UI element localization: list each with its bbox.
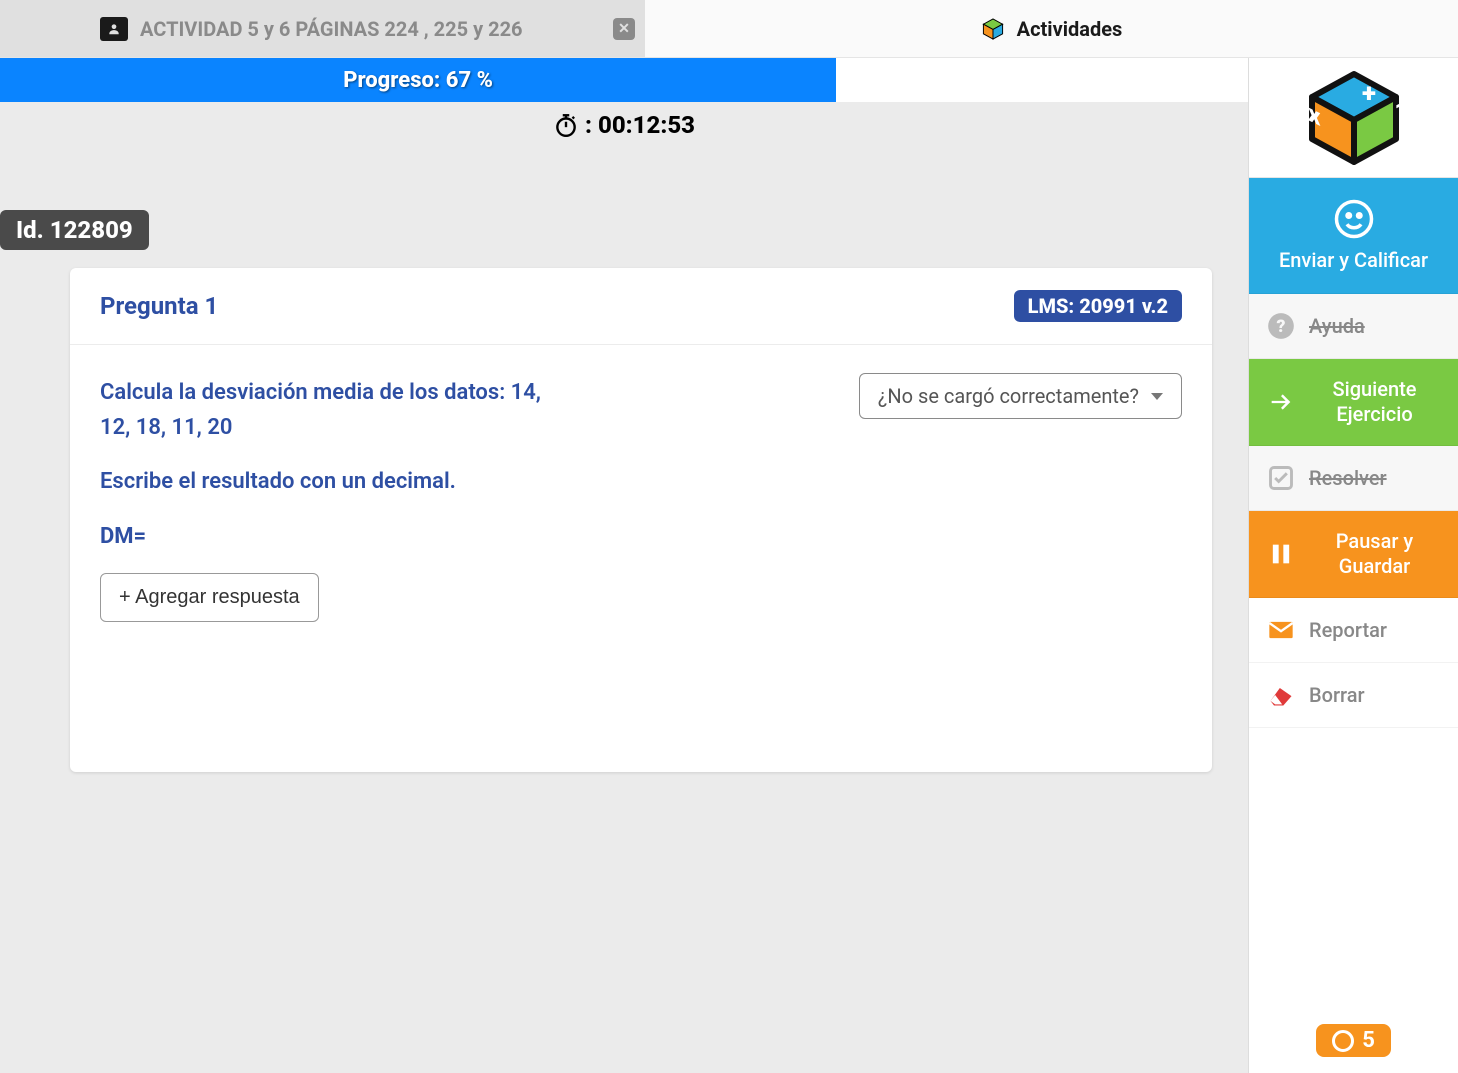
smile-icon: [1333, 198, 1375, 240]
main-content: Progreso: 67 % : 00:12:53 Id. 122809 Pre…: [0, 58, 1248, 1073]
question-prompt: Calcula la desviación media de los datos…: [100, 375, 550, 445]
timer-row: : 00:12:53: [0, 102, 1248, 148]
help-label: Ayuda: [1309, 314, 1440, 339]
pause-save-button[interactable]: Pausar y Guardar: [1249, 511, 1458, 598]
submit-button[interactable]: Enviar y Calificar: [1249, 178, 1458, 294]
help-button: ? Ayuda: [1249, 294, 1458, 359]
stopwatch-icon: [553, 112, 579, 138]
chevron-down-icon: [1151, 393, 1163, 400]
erase-button[interactable]: Borrar: [1249, 663, 1458, 728]
question-title: Pregunta 1: [100, 292, 218, 320]
exercise-id-badge: Id. 122809: [0, 210, 149, 250]
tab-activities[interactable]: Actividades: [645, 0, 1458, 57]
solve-label: Resolver: [1309, 466, 1440, 491]
eraser-icon: [1267, 681, 1295, 709]
add-answer-label: + Agregar respuesta: [119, 586, 300, 608]
check-square-icon: [1267, 464, 1295, 492]
footer-badge-row: 5: [1249, 1008, 1458, 1073]
pause-icon: [1267, 540, 1295, 568]
question-instruction: Escribe el resultado con un decimal.: [100, 469, 1182, 494]
report-label: Reportar: [1309, 618, 1440, 643]
add-answer-button[interactable]: + Agregar respuesta: [100, 573, 319, 622]
timer-colon: :: [585, 111, 592, 139]
next-exercise-button[interactable]: Siguiente Ejercicio: [1249, 359, 1458, 446]
svg-text:?: ?: [1277, 317, 1286, 337]
solve-button: Resolver: [1249, 446, 1458, 511]
ring-icon: [1332, 1030, 1354, 1052]
erase-label: Borrar: [1309, 683, 1440, 708]
progress-label: Progreso: 67 %: [343, 68, 493, 93]
lms-badge: LMS: 20991 v.2: [1014, 290, 1182, 322]
svg-text:+: +: [1362, 79, 1376, 109]
person-badge-icon: [100, 17, 128, 41]
dm-label: DM=: [100, 524, 1182, 549]
pause-label: Pausar y Guardar: [1309, 529, 1440, 579]
footer-count: 5: [1362, 1028, 1375, 1053]
tab-activities-label: Actividades: [1017, 17, 1123, 41]
load-error-dropdown[interactable]: ¿No se cargó correctamente?: [859, 373, 1182, 419]
mail-icon: [1267, 616, 1295, 644]
next-label: Siguiente Ejercicio: [1309, 377, 1440, 427]
help-icon: ?: [1267, 312, 1295, 340]
cube-icon: [981, 17, 1005, 41]
tab-bar: ACTIVIDAD 5 y 6 PÁGINAS 224 , 225 y 226 …: [0, 0, 1458, 58]
footer-count-badge[interactable]: 5: [1316, 1024, 1391, 1057]
submit-label: Enviar y Calificar: [1279, 248, 1428, 273]
cube-logo-icon: x T +: [1304, 68, 1404, 168]
load-error-label: ¿No se cargó correctamente?: [878, 384, 1139, 408]
question-body: ¿No se cargó correctamente? Calcula la d…: [70, 345, 1212, 772]
logo: x T +: [1249, 58, 1458, 178]
report-button[interactable]: Reportar: [1249, 598, 1458, 663]
progress-bar: Progreso: 67 %: [0, 58, 1248, 102]
question-header: Pregunta 1 LMS: 20991 v.2: [70, 268, 1212, 345]
progress-fill: Progreso: 67 %: [0, 58, 836, 102]
sidebar: x T + Enviar y Calificar ? Ayuda Siguien…: [1248, 58, 1458, 1073]
question-card: Pregunta 1 LMS: 20991 v.2 ¿No se cargó c…: [70, 268, 1212, 772]
arrow-right-icon: [1267, 388, 1295, 416]
timer-value: 00:12:53: [598, 111, 695, 139]
tab-activity[interactable]: ACTIVIDAD 5 y 6 PÁGINAS 224 , 225 y 226 …: [0, 0, 645, 57]
tab-activity-title: ACTIVIDAD 5 y 6 PÁGINAS 224 , 225 y 226: [140, 17, 523, 41]
close-icon[interactable]: ✕: [613, 18, 635, 40]
